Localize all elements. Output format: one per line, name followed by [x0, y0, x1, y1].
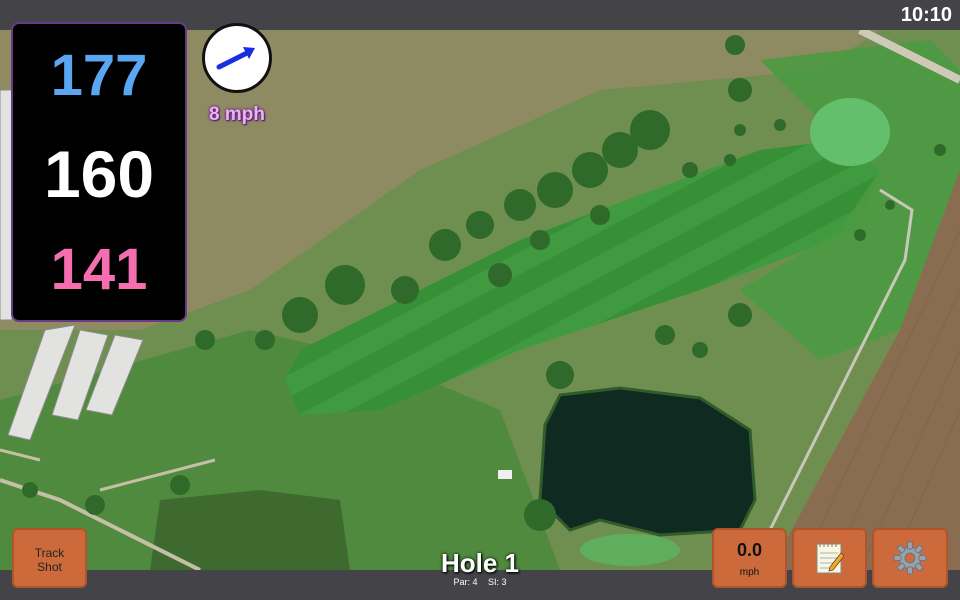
hole-title: Hole 1 — [440, 548, 520, 578]
hole-stroke-index: SI: 3 — [488, 577, 507, 587]
clock: 10:10 — [900, 4, 952, 26]
distance-panel: 177 160 141 — [11, 22, 187, 322]
wind-speed: 8 mph — [209, 104, 265, 125]
notepad-icon — [816, 543, 845, 574]
speed-button[interactable]: 0.0 mph — [712, 528, 787, 588]
track-shot-button[interactable]: Track Shot — [12, 528, 87, 588]
front-distance: 141 — [50, 237, 148, 302]
notes-button[interactable] — [792, 528, 867, 588]
gear-icon — [893, 541, 927, 575]
track-shot-label-line1: Track — [34, 546, 65, 560]
hole-info: Par: 4 SI: 3 — [380, 577, 580, 587]
middle-distance: 160 — [43, 137, 155, 211]
speed-value: 0.0 — [736, 540, 763, 560]
settings-button[interactable] — [872, 528, 948, 588]
hole-par: Par: 4 — [453, 577, 478, 587]
speed-unit: mph — [739, 567, 760, 578]
wind-direction-arrow-icon — [216, 47, 255, 70]
track-shot-label-line2: Shot — [37, 560, 62, 574]
back-distance: 177 — [50, 43, 148, 108]
wind-direction-dial — [202, 23, 272, 93]
